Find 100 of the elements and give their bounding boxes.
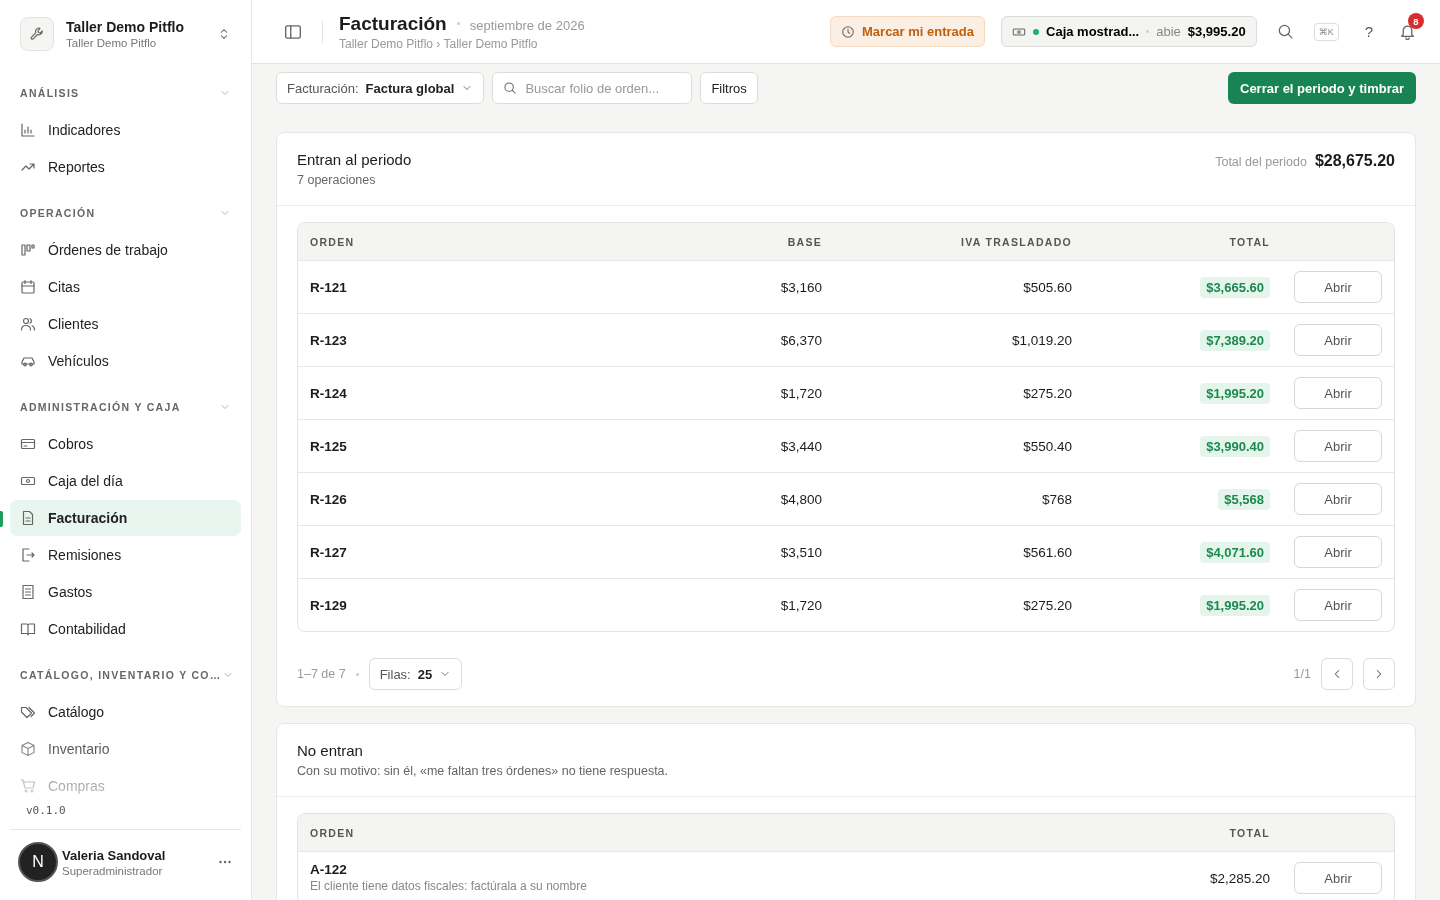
section-subtitle: Con su motivo: sin él, «me faltan tres órdenes» no tiene respuesta. [297,764,670,778]
box-icon [20,741,36,757]
page-indicator: 1/1 [1293,667,1311,681]
cash-register-button[interactable]: Caja mostrad... abie $3,995.20 [1001,16,1257,47]
table-cell-text: R-127 [310,544,348,560]
calendar-icon [20,279,36,295]
wrench-icon [29,26,45,42]
open-button[interactable]: Abrir [1294,862,1382,894]
close-period-button[interactable]: Cerrar el periodo y timbrar [1228,72,1416,104]
table-cell-text: R-129 [310,597,348,613]
user-name: Valeria Sandoval [62,847,167,863]
column-header: TOTAL [1229,235,1270,248]
user-role: Superadministrador [62,864,164,877]
open-button[interactable]: Abrir [1294,377,1382,409]
total-tag: $5,568 [1218,488,1270,510]
search-field[interactable]: Buscar folio de orden... [492,72,693,104]
breadcrumb: Taller Demo Pitflo › Taller Demo Pitflo [339,36,539,51]
table-cell-text: R-123 [310,332,348,348]
table-cell: $1,720 [780,385,822,401]
period-label: septiembre de 2026 [469,17,585,33]
nav-item[interactable]: Contabilidad [10,611,241,647]
help-button[interactable]: ? [1354,19,1383,44]
column-header: BASE [787,235,822,248]
active-indicator [0,511,3,527]
version-label: v0.1.0 [25,803,67,819]
nav-item[interactable]: Catálogo [10,694,241,730]
nav-section-header[interactable]: CATÁLOGO, INVENTARIO Y CO… [0,657,251,693]
table-cell: $550.40 [1023,438,1072,454]
table-cell-text: R-124 [310,385,348,401]
nav-item[interactable]: Facturación [10,500,241,536]
bell-icon [1399,23,1416,40]
open-button[interactable]: Abrir [1294,589,1382,621]
section-title: No entran [297,742,364,759]
section-subtitle: 7 operaciones [297,173,377,187]
total-tag: $3,990.40 [1200,435,1270,457]
nav-item[interactable]: Inventario [10,731,241,767]
total-tag: $1,995.20 [1200,382,1270,404]
nav-item[interactable]: Reportes [10,149,241,185]
table-cell: $275.20 [1023,597,1072,613]
nav-section-header[interactable]: ADMINISTRACIÓN Y CAJA [0,389,251,425]
user-avatar: N [18,842,58,882]
page-title: Facturación [339,12,447,35]
table-cell: $6,370 [780,332,822,348]
open-button[interactable]: Abrir [1294,324,1382,356]
nav-section-header[interactable]: OPERACIÓN [0,195,251,231]
clock-in-button[interactable]: Marcar mi entrada [830,16,985,47]
receipt-icon [20,584,36,600]
table-cell-text: A-122 [310,862,348,877]
table-cell-text: R-126 [310,491,348,507]
nav-item[interactable]: Remisiones [10,537,241,573]
section-title: Entran al periodo [297,151,413,168]
total-tag: $1,995.20 [1200,594,1270,616]
table-cell: $3,160 [780,279,822,295]
column-header: TOTAL [1229,826,1270,839]
table-cell: $561.60 [1023,544,1072,560]
bar-chart-icon [20,122,36,138]
workspace-name: Taller Demo Pitflo [66,19,185,35]
table-cell: $4,800 [780,491,822,507]
card-icon [20,436,36,452]
nav-item[interactable]: Clientes [10,306,241,342]
nav-item[interactable]: Citas [10,269,241,305]
total-tag: $3,665.60 [1200,276,1270,298]
document-icon [20,510,36,526]
tags-icon [20,704,36,720]
shortcut-hint: ⌘K [1313,22,1339,41]
table-cell-text: R-125 [310,438,348,454]
open-button[interactable]: Abrir [1294,271,1382,303]
panel-icon [284,22,302,41]
open-button[interactable]: Abrir [1294,536,1382,568]
nav-item[interactable]: Caja del día [10,463,241,499]
nav-item[interactable]: Órdenes de trabajo [10,232,241,268]
export-icon [20,547,36,563]
table-cell: $3,440 [780,438,822,454]
columns-icon [20,242,36,258]
users-icon [20,316,36,332]
column-header: ORDEN [310,235,356,248]
notification-badge: 8 [1408,13,1424,29]
workspace-subtitle: Taller Demo Pitflo [66,37,158,49]
table-cell: $3,510 [780,544,822,560]
nav-item[interactable]: Indicadores [10,112,241,148]
table-cell: $768 [1041,491,1072,507]
table-cell: $2,285.20 [1209,870,1270,886]
nav-item[interactable]: Cobros [10,426,241,462]
total-label: Total del periodo [1215,155,1307,169]
table-cell: $505.60 [1023,279,1072,295]
nav-item[interactable]: Vehículos [10,343,241,379]
range-label: 1–7 de 7 [297,667,346,681]
total-value: $28,675.20 [1314,152,1395,170]
nav-section-header[interactable]: ANÁLISIS [0,75,251,111]
open-button[interactable]: Abrir [1294,483,1382,515]
table-cell: $275.20 [1023,385,1072,401]
filters-button[interactable]: Filtros [700,72,758,104]
open-button[interactable]: Abrir [1294,430,1382,462]
table-cell: $1,720 [780,597,822,613]
nav-item[interactable]: Gastos [10,574,241,610]
column-header: IVA TRASLADADO [961,235,1072,248]
cart-icon [20,778,36,794]
billing-type-dropdown[interactable]: Facturación: Factura global [276,72,485,104]
table-cell: $1,019.20 [1011,332,1072,348]
rows-per-page-dropdown[interactable]: Filas: 25 [368,658,463,690]
